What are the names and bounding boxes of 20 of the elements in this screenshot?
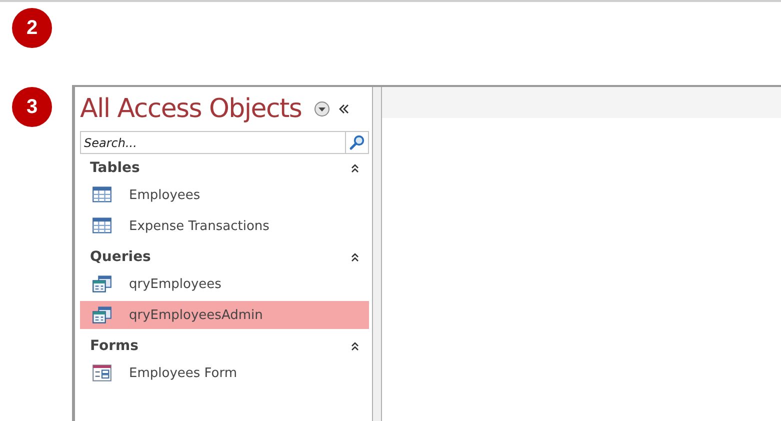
group-header[interactable]: Forms <box>80 332 369 359</box>
collapse-icon[interactable] <box>338 103 350 115</box>
search-field[interactable]: Search... <box>80 131 345 154</box>
navigation-item[interactable]: qryEmployeesAdmin <box>80 301 369 329</box>
pane-title: All Access Objects <box>80 94 302 124</box>
navigation-item[interactable]: Expense Transactions <box>80 212 369 240</box>
form-icon <box>92 364 112 382</box>
group-header[interactable]: Queries <box>80 243 369 270</box>
step-badge: 2 <box>12 8 52 48</box>
group-header[interactable]: Tables <box>80 154 369 181</box>
search-icon[interactable] <box>345 131 369 154</box>
step-badge: 3 <box>12 87 52 127</box>
table-icon <box>92 186 112 204</box>
dropdown-icon[interactable] <box>314 101 330 117</box>
navigation-item[interactable]: Employees Form <box>80 359 369 387</box>
query-icon <box>92 306 112 324</box>
navigation-item[interactable]: Employees <box>80 181 369 209</box>
table-icon <box>92 217 112 235</box>
navigation-item[interactable]: qryEmployees <box>80 270 369 298</box>
query-icon <box>92 275 112 293</box>
